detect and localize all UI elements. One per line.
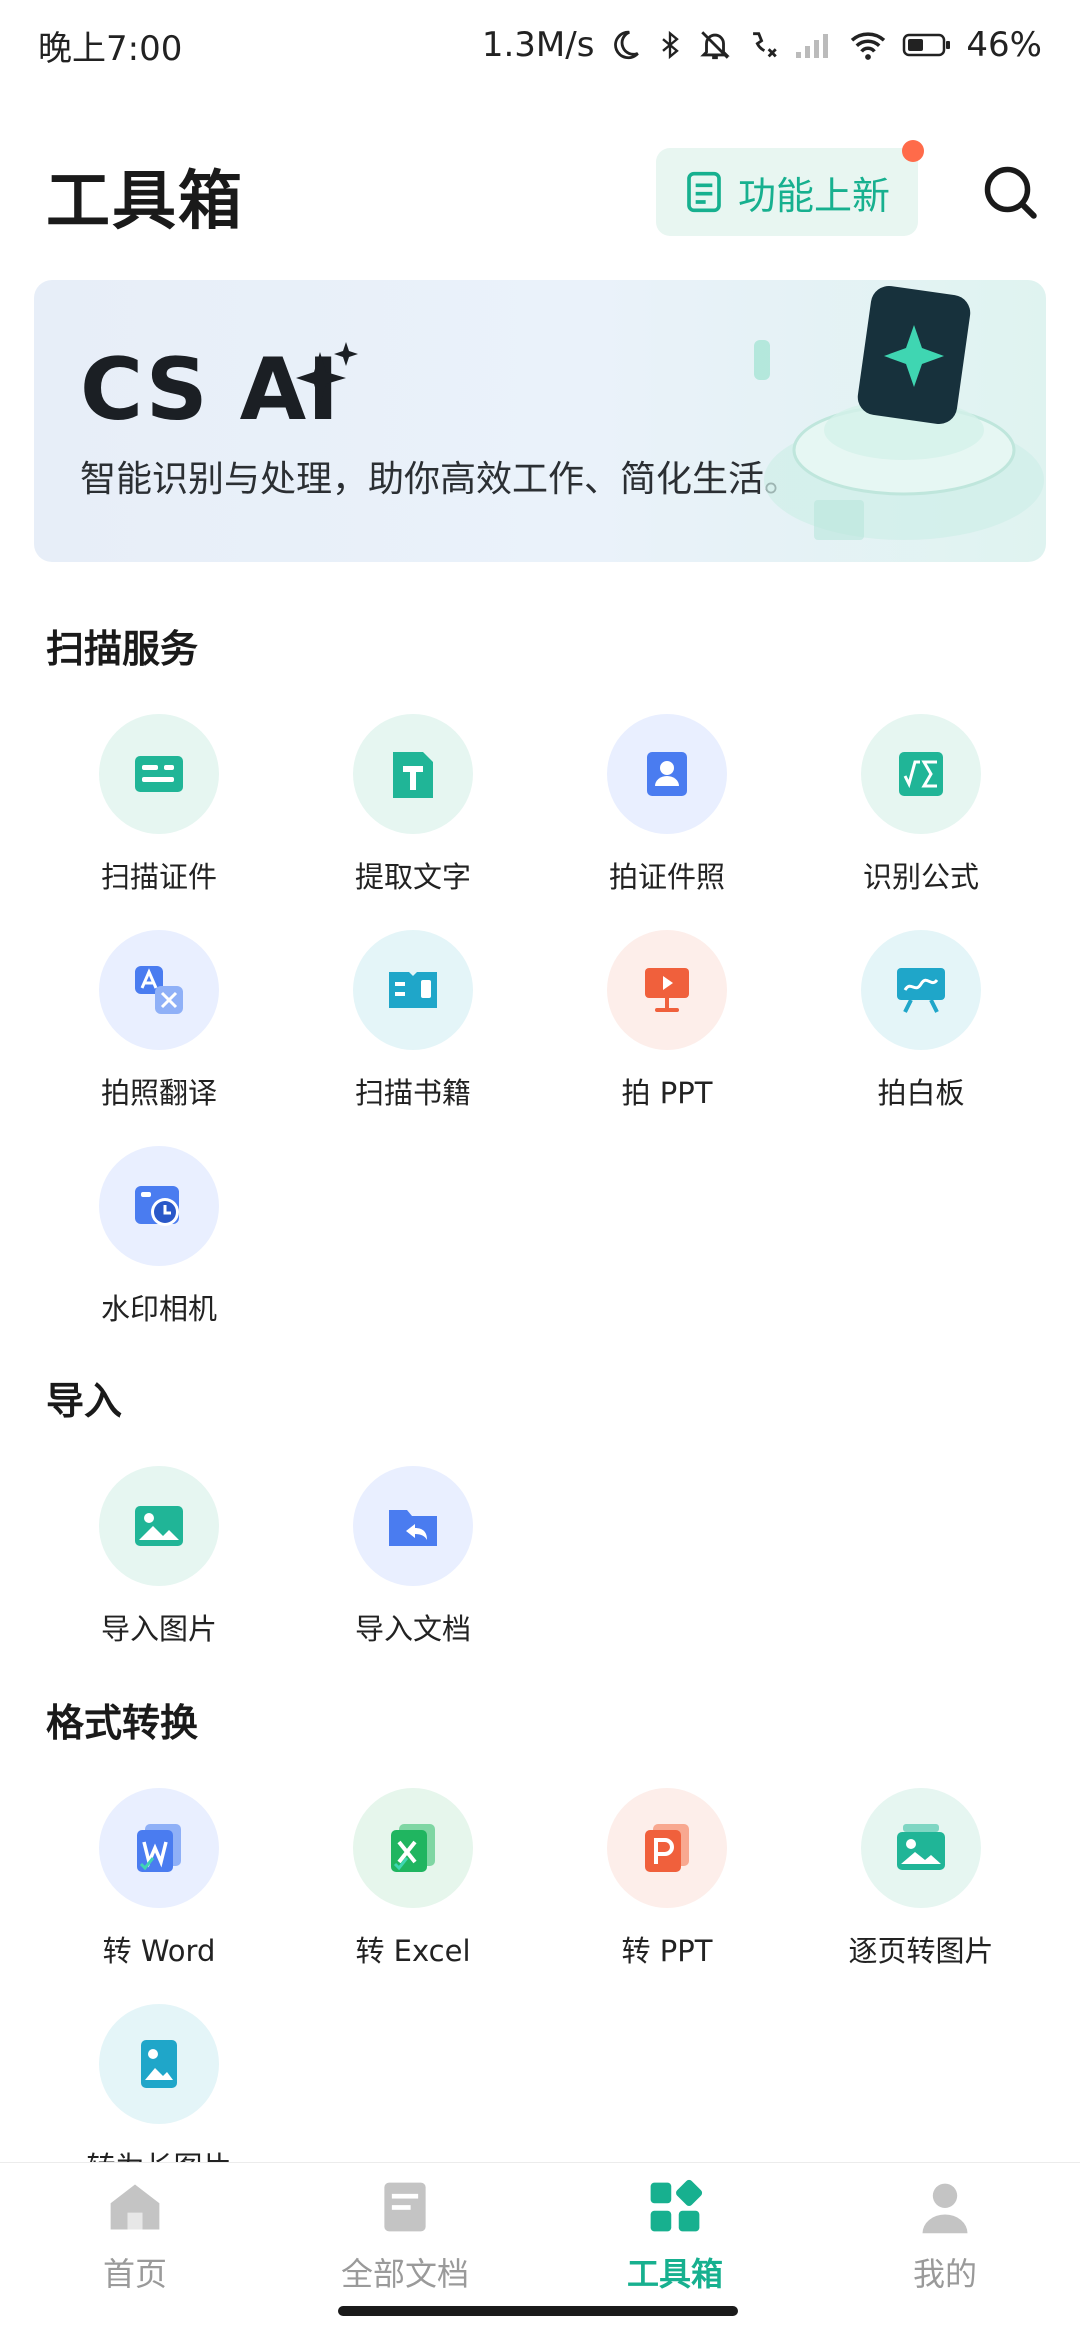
tool-label: 导入图片: [100, 1612, 217, 1646]
home-indicator: [338, 2306, 738, 2316]
whats-new-label: 功能上新: [737, 173, 890, 218]
tool-label: 水印相机: [100, 1292, 217, 1326]
tool-label: 识别公式: [862, 860, 979, 894]
section-title-import: 导入: [46, 1379, 123, 1423]
network-speed: 1.3M/s: [481, 25, 595, 65]
nav-item-home[interactable]: 首页: [0, 2163, 270, 2295]
tool-folder-import[interactable]: 导入文档: [286, 1466, 540, 1648]
tool-label: 拍证件照: [608, 860, 725, 894]
tool-long-image[interactable]: 转为长图片: [32, 2004, 286, 2186]
excel-icon: [353, 1788, 473, 1908]
section-title-scan: 扫描服务: [46, 627, 199, 671]
ppt-icon: [607, 1788, 727, 1908]
watermark-camera-icon: [99, 1146, 219, 1266]
pages-to-image-icon: [861, 1788, 981, 1908]
nav-label: 我的: [912, 2255, 977, 2293]
tool-label: 拍照翻译: [100, 1076, 217, 1110]
tool-book[interactable]: 扫描书籍: [286, 930, 540, 1112]
notification-dot: [902, 140, 924, 162]
whats-new-button[interactable]: 功能上新: [656, 148, 918, 236]
tool-watermark-camera[interactable]: 水印相机: [32, 1146, 286, 1328]
cs-ai-banner[interactable]: CS AI 智能识别与处理，助你高效工作、简化生活。: [34, 280, 1046, 562]
bluetooth-icon: [662, 30, 680, 60]
id-card-icon: [99, 714, 219, 834]
tool-text-extract[interactable]: 提取文字: [286, 714, 540, 896]
tool-label: 拍白板: [877, 1076, 965, 1110]
tool-pages-to-image[interactable]: 逐页转图片: [794, 1788, 1048, 1970]
toolbox-icon: [643, 2175, 707, 2239]
tool-label: 逐页转图片: [848, 1934, 994, 1968]
presentation-icon: [607, 930, 727, 1050]
whiteboard-icon: [861, 930, 981, 1050]
tool-id-card[interactable]: 扫描证件: [32, 714, 286, 896]
tool-ppt[interactable]: 转 PPT: [540, 1788, 794, 1970]
nav-label: 工具箱: [626, 2255, 723, 2293]
banner-subtitle: 智能识别与处理，助你高效工作、简化生活。: [80, 459, 801, 500]
profile-icon: [913, 2175, 977, 2239]
documents-icon: [373, 2175, 437, 2239]
status-icons: 1.3M/s 46%: [482, 25, 1042, 65]
tool-word[interactable]: 转 Word: [32, 1788, 286, 1970]
nav-item-documents[interactable]: 全部文档: [270, 2163, 540, 2295]
mute-bell-icon: [700, 31, 731, 60]
image-icon: [99, 1466, 219, 1586]
status-time: 晚上7:00: [38, 28, 183, 69]
tool-label: 导入文档: [354, 1612, 471, 1646]
id-photo-icon: [607, 714, 727, 834]
signal-icon: [796, 34, 829, 58]
tool-presentation[interactable]: 拍 PPT: [540, 930, 794, 1112]
call-blocked-icon: [753, 32, 778, 58]
status-bar: 晚上7:00 1.3M/s 46%: [0, 0, 1080, 90]
tool-label: 转 Word: [102, 1934, 216, 1968]
nav-label: 全部文档: [340, 2255, 469, 2293]
section-title-convert: 格式转换: [46, 1701, 199, 1745]
ai-illustration-icon: [754, 286, 1044, 540]
header: 工具箱 功能上新: [0, 140, 1080, 250]
tool-whiteboard[interactable]: 拍白板: [794, 930, 1048, 1112]
tool-id-photo[interactable]: 拍证件照: [540, 714, 794, 896]
tool-label: 拍 PPT: [621, 1076, 713, 1110]
nav-label: 首页: [102, 2255, 167, 2293]
tool-label: 扫描证件: [100, 860, 217, 894]
page-title: 工具箱: [46, 165, 244, 239]
translate-icon: [99, 930, 219, 1050]
wifi-icon: [851, 32, 886, 60]
tool-formula[interactable]: 识别公式: [794, 714, 1048, 896]
tool-label: 扫描书籍: [354, 1076, 471, 1110]
tool-image[interactable]: 导入图片: [32, 1466, 286, 1648]
formula-icon: [861, 714, 981, 834]
home-icon: [103, 2175, 167, 2239]
nav-item-profile[interactable]: 我的: [810, 2163, 1080, 2295]
tool-label: 转 PPT: [621, 1934, 713, 1968]
book-icon: [353, 930, 473, 1050]
tool-translate[interactable]: 拍照翻译: [32, 930, 286, 1112]
sparkle-icon: [296, 342, 358, 404]
battery-icon: [903, 33, 951, 57]
search-icon: [984, 166, 1037, 219]
tool-label: 提取文字: [354, 860, 471, 894]
search-button[interactable]: [968, 150, 1052, 234]
battery-level: 46%: [966, 25, 1042, 65]
word-icon: [99, 1788, 219, 1908]
text-extract-icon: [353, 714, 473, 834]
document-list-icon: [687, 171, 721, 213]
long-image-icon: [99, 2004, 219, 2124]
moon-icon: [614, 30, 640, 60]
nav-item-toolbox[interactable]: 工具箱: [540, 2163, 810, 2295]
tool-excel[interactable]: 转 Excel: [286, 1788, 540, 1970]
folder-import-icon: [353, 1466, 473, 1586]
tool-label: 转 Excel: [355, 1934, 471, 1968]
